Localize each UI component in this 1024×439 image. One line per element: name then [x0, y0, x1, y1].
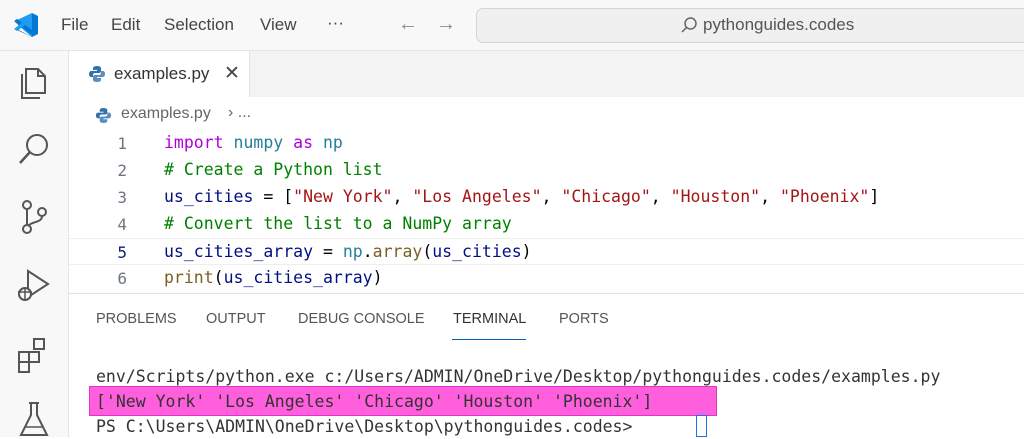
menu-view[interactable]: View	[260, 15, 297, 35]
operator-token: .	[362, 242, 373, 261]
module-token: numpy	[233, 133, 284, 152]
operator-token: =	[313, 242, 343, 261]
editor-tab-bar: examples.py ✕	[69, 51, 1024, 97]
active-tab-indicator	[452, 339, 526, 340]
search-icon	[681, 17, 697, 33]
testing-flask-icon[interactable]	[14, 399, 54, 439]
tab-problems[interactable]: PROBLEMS	[96, 311, 177, 327]
run-debug-icon[interactable]	[14, 266, 54, 306]
code-line: 4 # Convert the list to a NumPy array	[69, 211, 1024, 238]
terminal-command-line: env/Scripts/python.exe c:/Users/ADMIN/On…	[96, 367, 941, 386]
operator-token: = [	[253, 187, 294, 206]
breadcrumb-separator[interactable]: › ...	[228, 104, 251, 122]
terminal-cursor	[696, 415, 707, 437]
back-arrow-icon[interactable]: ←	[398, 13, 418, 36]
current-code-line: 5 us_cities_array = np.array(us_cities)	[69, 238, 1024, 265]
search-view-icon[interactable]	[14, 130, 54, 170]
code-editor[interactable]: 1 import numpy as np 2 # Create a Python…	[69, 130, 1024, 292]
code-text: # Convert the list to a NumPy array	[164, 214, 512, 233]
tab-terminal[interactable]: TERMINAL	[453, 311, 526, 327]
string-token: "Houston"	[670, 187, 761, 206]
string-token: "Phoenix"	[779, 187, 870, 206]
activity-bar	[0, 51, 69, 437]
terminal-prompt-line[interactable]: PS C:\Users\ADMIN\OneDrive\Desktop\pytho…	[96, 417, 642, 436]
code-text: print(us_cities_array)	[164, 268, 383, 287]
terminal-output-line: ['New York' 'Los Angeles' 'Chicago' 'Hou…	[96, 392, 653, 411]
line-number: 2	[117, 161, 127, 180]
operator-token: )	[521, 242, 532, 261]
operator-token: ,	[760, 187, 780, 206]
variable-token: us_cities	[432, 242, 522, 261]
bottom-panel: PROBLEMS OUTPUT DEBUG CONSOLE TERMINAL P…	[69, 293, 1024, 438]
command-center-search[interactable]: pythonguides.codes	[476, 8, 1024, 43]
breadcrumb-file[interactable]: examples.py	[121, 105, 211, 123]
menu-edit[interactable]: Edit	[111, 15, 140, 35]
menu-more-button[interactable]: ···	[327, 13, 344, 33]
tab-output[interactable]: OUTPUT	[206, 311, 266, 327]
menu-file[interactable]: File	[61, 15, 88, 35]
code-line: 6 print(us_cities_array)	[69, 265, 1024, 292]
code-line: 1 import numpy as np	[69, 130, 1024, 157]
code-text: us_cities_array = np.array(us_cities)	[164, 242, 532, 261]
string-token: "Los Angeles"	[412, 187, 542, 206]
python-file-icon	[89, 66, 105, 82]
operator-token: ,	[392, 187, 413, 206]
source-control-icon[interactable]	[14, 197, 54, 237]
string-token: "New York"	[293, 187, 393, 206]
function-token: array	[372, 242, 423, 261]
vscode-logo-icon	[14, 13, 38, 37]
tab-label: examples.py	[114, 64, 210, 83]
operator-token: (	[422, 242, 433, 261]
tab-debug-console[interactable]: DEBUG CONSOLE	[298, 311, 425, 327]
code-line: 2 # Create a Python list	[69, 157, 1024, 184]
code-text: # Create a Python list	[164, 160, 383, 179]
line-number: 5	[117, 243, 127, 262]
search-text: pythonguides.codes	[703, 15, 855, 34]
operator-token: (	[213, 268, 224, 287]
operator-token: ,	[650, 187, 671, 206]
operator-token: )	[372, 268, 383, 287]
code-text: us_cities = ["New York", "Los Angeles", …	[164, 187, 879, 206]
explorer-icon[interactable]	[14, 63, 54, 103]
line-number: 4	[117, 215, 127, 234]
code-text: import numpy as np	[164, 133, 343, 152]
close-tab-icon[interactable]: ✕	[224, 62, 240, 85]
variable-token: us_cities	[164, 187, 254, 206]
module-token: np	[322, 133, 343, 152]
line-number: 3	[117, 188, 127, 207]
forward-arrow-icon[interactable]: →	[436, 13, 456, 36]
operator-token: ]	[869, 187, 880, 206]
title-bar: File Edit Selection View ··· ← → pythong…	[0, 0, 1024, 51]
line-number: 1	[117, 134, 127, 153]
tab-ports[interactable]: PORTS	[559, 311, 609, 327]
keyword-token: as	[293, 133, 314, 152]
python-file-icon	[95, 107, 112, 124]
function-token: print	[164, 268, 214, 287]
variable-token: us_cities_array	[164, 242, 314, 261]
variable-token: us_cities_array	[223, 268, 373, 287]
line-number: 6	[117, 269, 127, 288]
keyword-token: import	[164, 133, 224, 152]
menu-selection[interactable]: Selection	[164, 15, 234, 35]
operator-token: ,	[541, 187, 562, 206]
extensions-icon[interactable]	[14, 334, 54, 374]
module-token: np	[342, 242, 363, 261]
tab-examples-py[interactable]: examples.py ✕	[69, 51, 250, 97]
code-line: 3 us_cities = ["New York", "Los Angeles"…	[69, 184, 1024, 211]
string-token: "Chicago"	[561, 187, 651, 206]
